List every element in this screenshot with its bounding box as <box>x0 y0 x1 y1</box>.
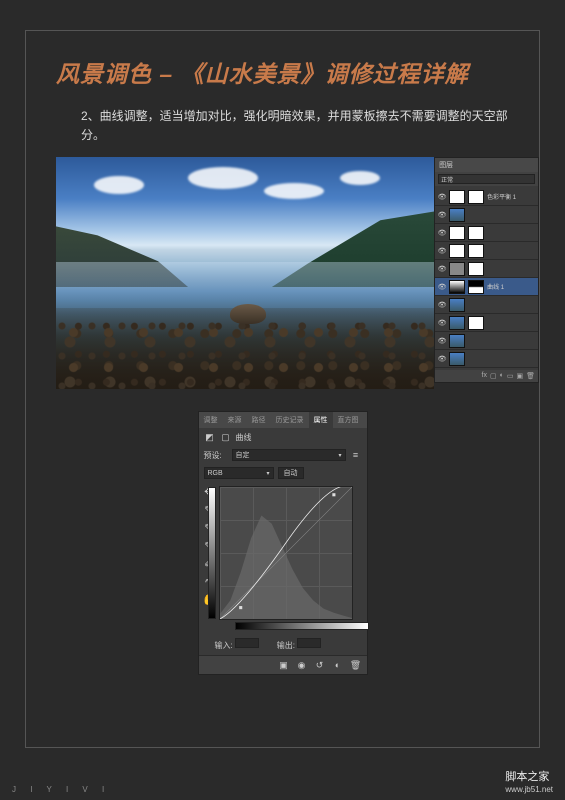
curves-graph[interactable] <box>219 486 353 620</box>
visibility-icon[interactable]: 👁 <box>438 301 446 309</box>
curve-control-point[interactable] <box>239 606 242 609</box>
panel-tab[interactable]: 路径 <box>247 412 271 428</box>
layer-thumb <box>449 298 465 312</box>
page-title: 风景调色 – 《山水美景》调修过程详解 <box>56 55 509 89</box>
layer-thumb <box>449 208 465 222</box>
input-gradient <box>235 622 369 630</box>
panel-tab[interactable]: 属性 <box>309 412 333 428</box>
watermark-url: www.jb51.net <box>505 785 553 794</box>
input-field[interactable] <box>235 638 259 648</box>
new-layer-icon[interactable]: ▣ <box>516 372 523 380</box>
visibility-icon[interactable]: 👁 <box>438 319 446 327</box>
toggle-visibility-icon[interactable]: ◐ <box>332 659 344 671</box>
layer-row[interactable]: 👁 <box>435 242 538 260</box>
curves-panel: 调整来源路径历史记录属性直方图 ◩ ▢ 曲线 预设: 自定 ▾ ≡ RGB ▾ <box>198 411 368 675</box>
layer-row[interactable]: 👁 <box>435 314 538 332</box>
rock-foreground <box>230 304 266 324</box>
layer-row[interactable]: 👁 <box>435 296 538 314</box>
panel-tab[interactable]: 调整 <box>199 412 223 428</box>
folder-icon[interactable]: ▭ <box>507 372 514 380</box>
visibility-icon[interactable]: 👁 <box>438 247 446 255</box>
layers-panel: 图层 正常 👁 色彩平衡 1 👁 👁 👁 👁 👁 曲线 1 👁 👁 👁 👁 fx ▢ ◐ ▭ ▣ 🗑 <box>434 157 539 383</box>
layer-thumb <box>449 262 465 276</box>
layer-thumb <box>449 226 465 240</box>
visibility-icon[interactable]: 👁 <box>438 283 446 291</box>
fx-icon[interactable]: fx <box>482 372 487 380</box>
visibility-icon[interactable]: 👁 <box>438 211 446 219</box>
trash-icon[interactable]: 🗑 <box>526 372 535 380</box>
visibility-icon[interactable]: 👁 <box>438 355 446 363</box>
auto-button[interactable]: 自动 <box>278 467 304 479</box>
curves-type-label: 曲线 <box>236 432 252 443</box>
layer-thumb <box>449 280 465 294</box>
layer-thumb <box>449 190 465 204</box>
footer-brand: J I Y I V I <box>12 785 110 794</box>
layer-mask-thumb <box>468 316 484 330</box>
layer-mask-thumb <box>468 280 484 294</box>
layers-footer: fx ▢ ◐ ▭ ▣ 🗑 <box>435 370 538 382</box>
layer-row[interactable]: 👁 <box>435 206 538 224</box>
layer-mask-thumb <box>468 262 484 276</box>
layers-tab[interactable]: 图层 <box>435 158 538 172</box>
delete-icon[interactable]: 🗑 <box>350 659 362 671</box>
view-previous-icon[interactable]: ◉ <box>296 659 308 671</box>
step-description: 2、曲线调整，适当增加对比，强化明暗效果，并用蒙板擦去不需要调整的天空部分。 <box>81 107 509 145</box>
layer-row[interactable]: 👁 <box>435 332 538 350</box>
layer-row[interactable]: 👁 <box>435 260 538 278</box>
panel-tab[interactable]: 直方图 <box>333 412 364 428</box>
adjustment-icon[interactable]: ◐ <box>500 372 504 380</box>
layer-name: 色彩平衡 1 <box>487 192 535 201</box>
output-label: 输出: <box>277 638 321 651</box>
visibility-icon[interactable]: 👁 <box>438 193 446 201</box>
screenshot-row: 图层 正常 👁 色彩平衡 1 👁 👁 👁 👁 👁 曲线 1 👁 👁 👁 👁 fx ▢ ◐ ▭ ▣ 🗑 <box>56 157 539 389</box>
preset-select[interactable]: 自定 ▾ <box>232 449 346 461</box>
layer-mask-thumb <box>468 190 484 204</box>
curve-control-point[interactable] <box>332 494 335 497</box>
mask-icon[interactable]: ▢ <box>490 372 497 380</box>
layer-row[interactable]: 👁 色彩平衡 1 <box>435 188 538 206</box>
watermark: 脚本之家 <box>505 768 553 784</box>
panel-tab[interactable]: 来源 <box>223 412 247 428</box>
layer-thumb <box>449 316 465 330</box>
layer-row[interactable]: 👁 <box>435 350 538 368</box>
layer-thumb <box>449 352 465 366</box>
layer-thumb <box>449 244 465 258</box>
blend-mode-select[interactable]: 正常 <box>438 174 535 184</box>
chevron-down-icon: ▾ <box>266 470 269 477</box>
visibility-icon[interactable]: 👁 <box>438 229 446 237</box>
canvas-preview[interactable] <box>56 157 434 389</box>
mask-indicator-icon: ▢ <box>220 431 232 443</box>
panel-tab[interactable]: 历史记录 <box>271 412 309 428</box>
clip-icon[interactable]: ▣ <box>278 659 290 671</box>
output-field[interactable] <box>297 638 321 648</box>
layer-mask-thumb <box>468 244 484 258</box>
layer-name: 曲线 1 <box>487 282 535 291</box>
preset-label: 预设: <box>204 450 228 461</box>
layer-mask-thumb <box>468 226 484 240</box>
visibility-icon[interactable]: 👁 <box>438 265 446 273</box>
layer-row[interactable]: 👁 曲线 1 <box>435 278 538 296</box>
visibility-icon[interactable]: 👁 <box>438 337 446 345</box>
layer-thumb <box>449 334 465 348</box>
input-label: 输入: <box>215 638 259 651</box>
layer-row[interactable]: 👁 <box>435 224 538 242</box>
output-gradient <box>208 487 216 619</box>
preset-menu-icon[interactable]: ≡ <box>350 449 362 461</box>
reset-icon[interactable]: ↺ <box>314 659 326 671</box>
channel-select[interactable]: RGB ▾ <box>204 467 274 479</box>
chevron-down-icon: ▾ <box>338 452 341 459</box>
curves-type-icon: ◩ <box>204 431 216 443</box>
